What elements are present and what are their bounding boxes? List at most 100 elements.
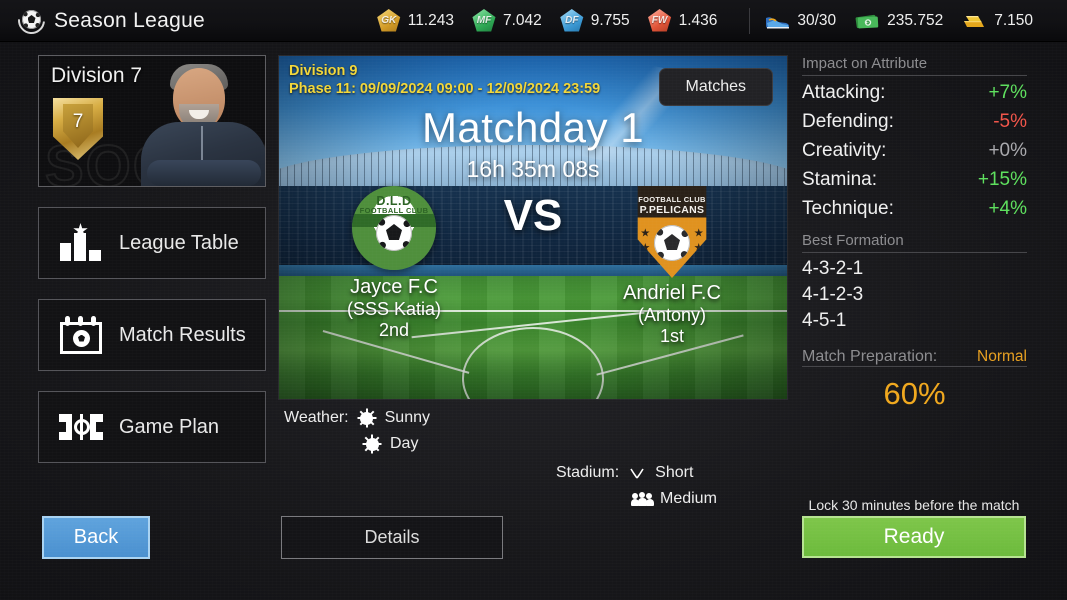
back-button[interactable]: Back xyxy=(42,516,150,559)
away-crest-line2: P.PELICANS xyxy=(639,204,705,217)
pitch-icon xyxy=(59,407,103,447)
stadium-value-1: Short xyxy=(655,464,694,481)
daytime-sun-icon xyxy=(362,436,382,452)
division-card[interactable]: SOCCER Division 7 7 xyxy=(38,55,266,187)
sidebar-item-game-plan[interactable]: Game Plan xyxy=(38,391,266,463)
attribute-value: +0% xyxy=(988,140,1027,161)
currency-mf-value: 7.042 xyxy=(502,11,542,29)
brand: Season League xyxy=(0,1,206,40)
division-badge-number: 7 xyxy=(63,104,93,148)
away-team-rank: 1st xyxy=(659,326,684,346)
best-formation-section: Best Formation 4-3-2-1 4-1-2-3 4-5-1 xyxy=(802,232,1027,334)
stadium-label: Stadium: xyxy=(556,464,620,481)
fw-token-icon: FW xyxy=(648,8,672,32)
currency-cash[interactable]: 235.752 xyxy=(854,12,943,30)
impact-section-title: Impact on Attribute xyxy=(802,55,928,72)
attribute-value: -5% xyxy=(993,111,1027,132)
game-screen: Season League GK 11.243 MF 7.042 DF 9.75… xyxy=(0,0,1067,600)
currency-energy-value: 30/30 xyxy=(797,11,837,29)
manager-avatar xyxy=(135,60,265,186)
match-phase: Phase 11: 09/09/2024 09:00 - 12/09/2024 … xyxy=(289,81,601,98)
attribute-row-technique: Technique: +4% xyxy=(802,195,1027,224)
currency-fw-value: 1.436 xyxy=(678,11,718,29)
currency-fw[interactable]: FW 1.436 xyxy=(648,8,718,33)
home-team-rank: 2nd xyxy=(378,320,410,340)
attribute-name: Technique: xyxy=(802,198,894,219)
weather-value-2: Day xyxy=(390,435,419,452)
attribute-name: Creativity: xyxy=(802,140,887,161)
details-button[interactable]: Details xyxy=(281,516,503,559)
currency-gold-value: 7.150 xyxy=(994,11,1033,29)
currency-gk-value: 11.243 xyxy=(407,11,454,29)
sidebar-item-league-table[interactable]: League Table xyxy=(38,207,266,279)
away-team-manager: (Antony) xyxy=(637,305,707,325)
weather-block: Weather: Sunny Day xyxy=(284,405,430,457)
df-token-icon: DF xyxy=(560,8,584,32)
attribute-name: Stamina: xyxy=(802,169,877,190)
stadium-block: Stadium: Short Medium xyxy=(556,460,781,512)
away-team-name: Andriel F.C xyxy=(623,282,721,304)
match-preparation-section: Match Preparation: Normal 60% xyxy=(802,348,1027,412)
formation-item[interactable]: 4-5-1 xyxy=(802,308,1027,334)
calendar-ball-icon xyxy=(59,315,103,355)
home-team-manager: (SSS Katia) xyxy=(346,299,442,319)
sidebar: SOCCER Division 7 7 League Table Match R… xyxy=(38,55,266,463)
match-division: Division 9 xyxy=(289,63,358,79)
divider xyxy=(802,75,1027,76)
home-crest-icon: D.L.D FOOTBALL CLUB xyxy=(352,186,436,270)
away-team[interactable]: FOOTBALL CLUB P.PELICANS Andriel F.C (An… xyxy=(577,186,767,347)
home-team[interactable]: D.L.D FOOTBALL CLUB Jayce F.C (SSS Katia… xyxy=(299,186,489,341)
home-team-name: Jayce F.C xyxy=(350,276,438,298)
stadium-value-2: Medium xyxy=(660,490,717,507)
weather-label: Weather: xyxy=(284,409,349,426)
attribute-row-stamina: Stamina: +15% xyxy=(802,166,1027,195)
divider xyxy=(802,366,1027,367)
countdown-timer: 16h 35m 08s xyxy=(466,156,600,182)
currency-gold[interactable]: 7.150 xyxy=(961,12,1033,30)
matches-button[interactable]: Matches xyxy=(658,68,773,106)
lock-note: Lock 30 minutes before the match xyxy=(808,497,1020,513)
grass-length-icon xyxy=(627,467,647,480)
currency-energy[interactable]: 30/30 xyxy=(764,12,836,30)
page-title: Season League xyxy=(54,8,206,32)
formation-item[interactable]: 4-3-2-1 xyxy=(802,256,1027,282)
cash-icon xyxy=(854,12,880,30)
sidebar-item-label: Match Results xyxy=(119,323,246,346)
away-crest-icon: FOOTBALL CLUB P.PELICANS xyxy=(637,186,707,278)
attribute-name: Defending: xyxy=(802,111,894,132)
gk-token-icon: GK xyxy=(377,8,401,32)
prep-percent: 60% xyxy=(883,376,946,411)
right-panel: Impact on Attribute Attacking: +7% Defen… xyxy=(802,55,1027,412)
attribute-row-defending: Defending: -5% xyxy=(802,108,1027,137)
attribute-value: +15% xyxy=(977,169,1027,190)
matchday-title: Matchday 1 xyxy=(421,104,645,151)
currency-df-value: 9.755 xyxy=(590,11,630,29)
mf-token-icon: MF xyxy=(472,8,496,32)
attribute-name: Attacking: xyxy=(802,82,886,103)
ready-button[interactable]: Ready xyxy=(802,516,1026,558)
bar-chart-star-icon xyxy=(59,223,103,263)
sidebar-item-label: Game Plan xyxy=(119,415,220,438)
currency-bar: GK 11.243 MF 7.042 DF 9.755 FW 1.436 30/… xyxy=(377,0,1067,41)
weather-value-1: Sunny xyxy=(384,409,430,426)
attribute-row-creativity: Creativity: +0% xyxy=(802,137,1027,166)
top-bar: Season League GK 11.243 MF 7.042 DF 9.75… xyxy=(0,0,1067,42)
prep-state-badge: Normal xyxy=(977,348,1027,365)
currency-mf[interactable]: MF 7.042 xyxy=(472,8,542,33)
currency-df[interactable]: DF 9.755 xyxy=(560,8,630,33)
formation-item[interactable]: 4-1-2-3 xyxy=(802,282,1027,308)
sidebar-item-match-results[interactable]: Match Results xyxy=(38,299,266,371)
prep-label: Match Preparation: xyxy=(802,348,938,365)
attribute-value: +7% xyxy=(988,82,1027,103)
match-panel: Division 9 Phase 11: 09/09/2024 09:00 - … xyxy=(278,55,788,400)
match-conditions: Weather: Sunny Day Stadium: Short Medium xyxy=(280,405,788,507)
formation-section-title: Best Formation xyxy=(802,232,904,249)
currency-cash-value: 235.752 xyxy=(887,11,944,29)
currency-gk[interactable]: GK 11.243 xyxy=(377,8,454,33)
gold-bar-icon xyxy=(961,12,987,30)
energy-shoe-icon xyxy=(764,12,790,30)
sidebar-item-label: League Table xyxy=(119,231,239,254)
divider xyxy=(749,7,751,34)
sun-icon xyxy=(357,410,377,426)
attribute-row-attacking: Attacking: +7% xyxy=(802,79,1027,108)
